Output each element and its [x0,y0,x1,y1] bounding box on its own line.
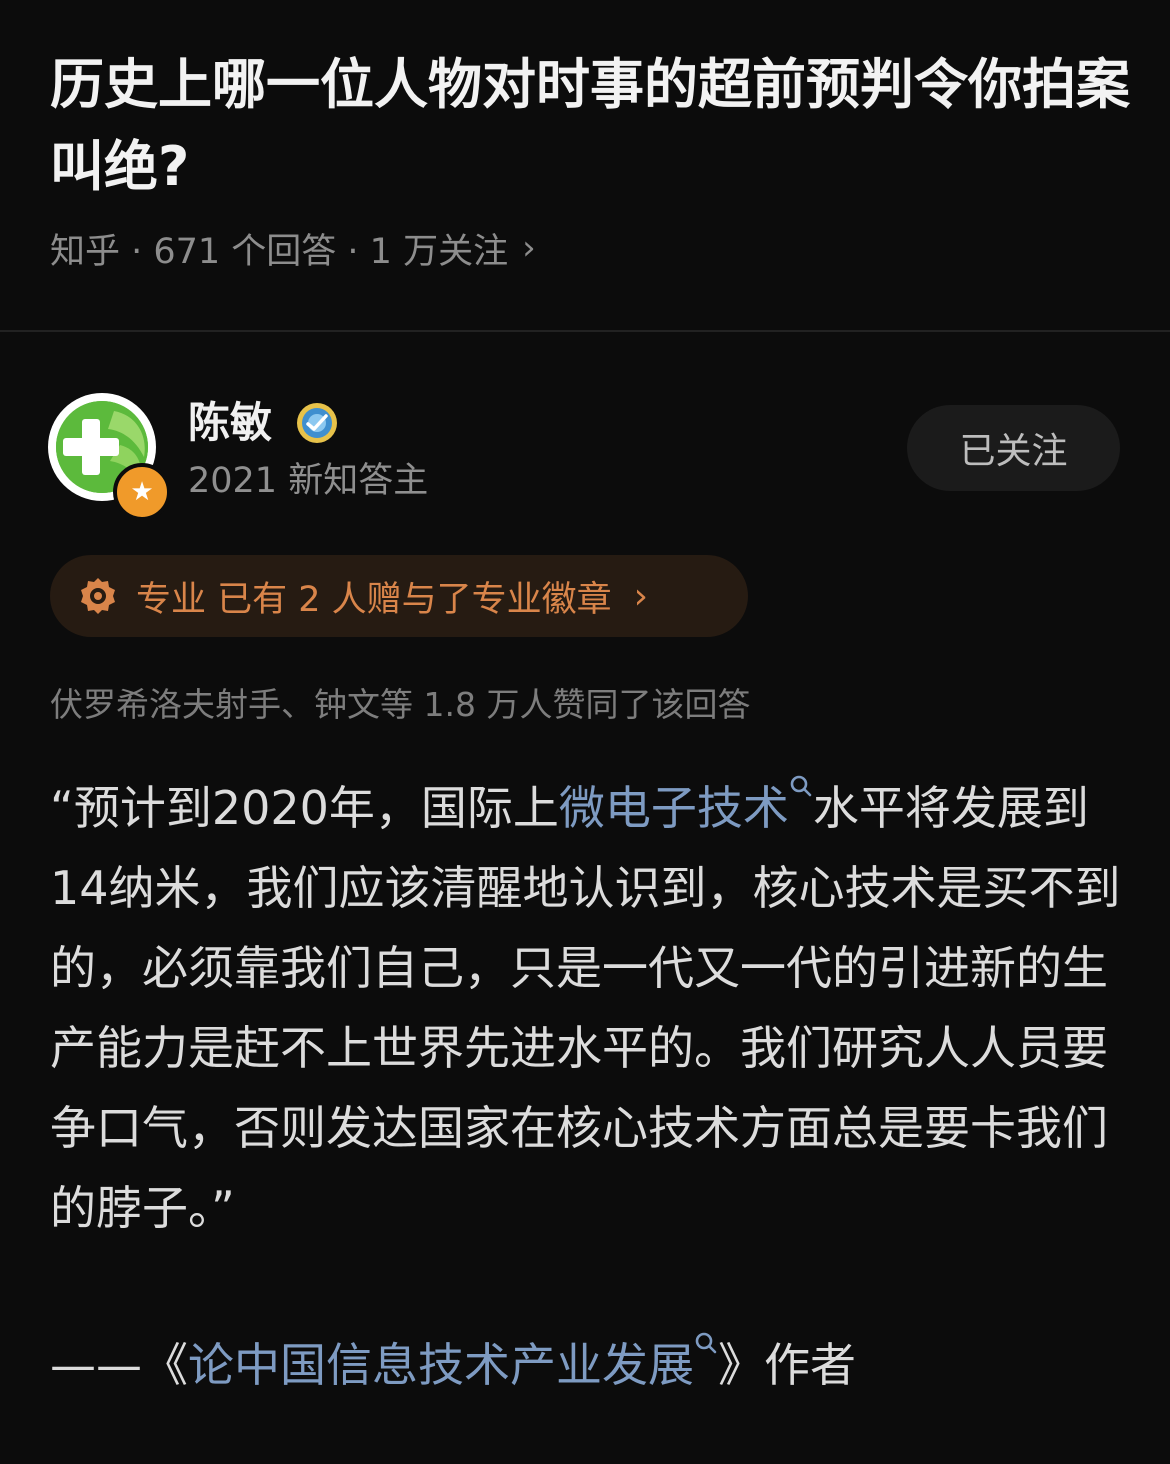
follow-button[interactable]: 已关注 [907,405,1120,491]
question-meta-link[interactable]: 知乎 · 671 个回答 · 1 万关注 › [50,222,536,274]
answer-content: “预计到2020年，国际上微电子技术 水平将发展到14纳米，我们应该清醒地认识到，… [50,768,1122,1248]
search-icon [790,775,812,797]
chevron-right-icon: › [633,575,649,617]
attribution-prefix: ——《 [50,1338,188,1392]
answer-text-part2: 水平将发展到14纳米，我们应该清醒地认识到，核心技术是买不到的，必须靠我们自己，… [50,781,1121,1235]
attribution-suffix: 》作者 [718,1338,856,1392]
question-title[interactable]: 历史上哪一位人物对时事的超前预判令你拍案叫绝? [50,44,1130,208]
creator-star-badge-icon: ★ [113,463,171,521]
medal-icon [81,578,115,614]
author-name[interactable]: 陈敏 [188,395,272,451]
badge-pill-text: 专业 已有 2 人赠与了专业徽章 [136,579,612,620]
professional-badge-pill[interactable]: 专业 已有 2 人赠与了专业徽章 › [50,555,748,637]
chevron-right-icon: › [522,228,536,268]
answer-text-part1: “预计到2020年，国际上 [50,781,559,835]
search-icon [695,1332,717,1354]
section-divider [0,330,1170,332]
question-meta-text: 知乎 · 671 个回答 · 1 万关注 [50,231,509,272]
verified-badge-icon [297,403,337,443]
search-link-microelectronics[interactable]: 微电子技术 [558,775,813,835]
link-text: 论中国信息技术产业发展 [188,1338,694,1392]
author-subtitle: 2021 新知答主 [188,461,429,501]
answer-attribution: ——《论中国信息技术产业发展 》作者 [50,1325,1122,1405]
search-link-book-title[interactable]: 论中国信息技术产业发展 [188,1332,718,1392]
upvote-summary[interactable]: 伏罗希洛夫射手、钟文等 1.8 万人赞同了该回答 [50,680,750,730]
link-text: 微电子技术 [558,781,789,835]
